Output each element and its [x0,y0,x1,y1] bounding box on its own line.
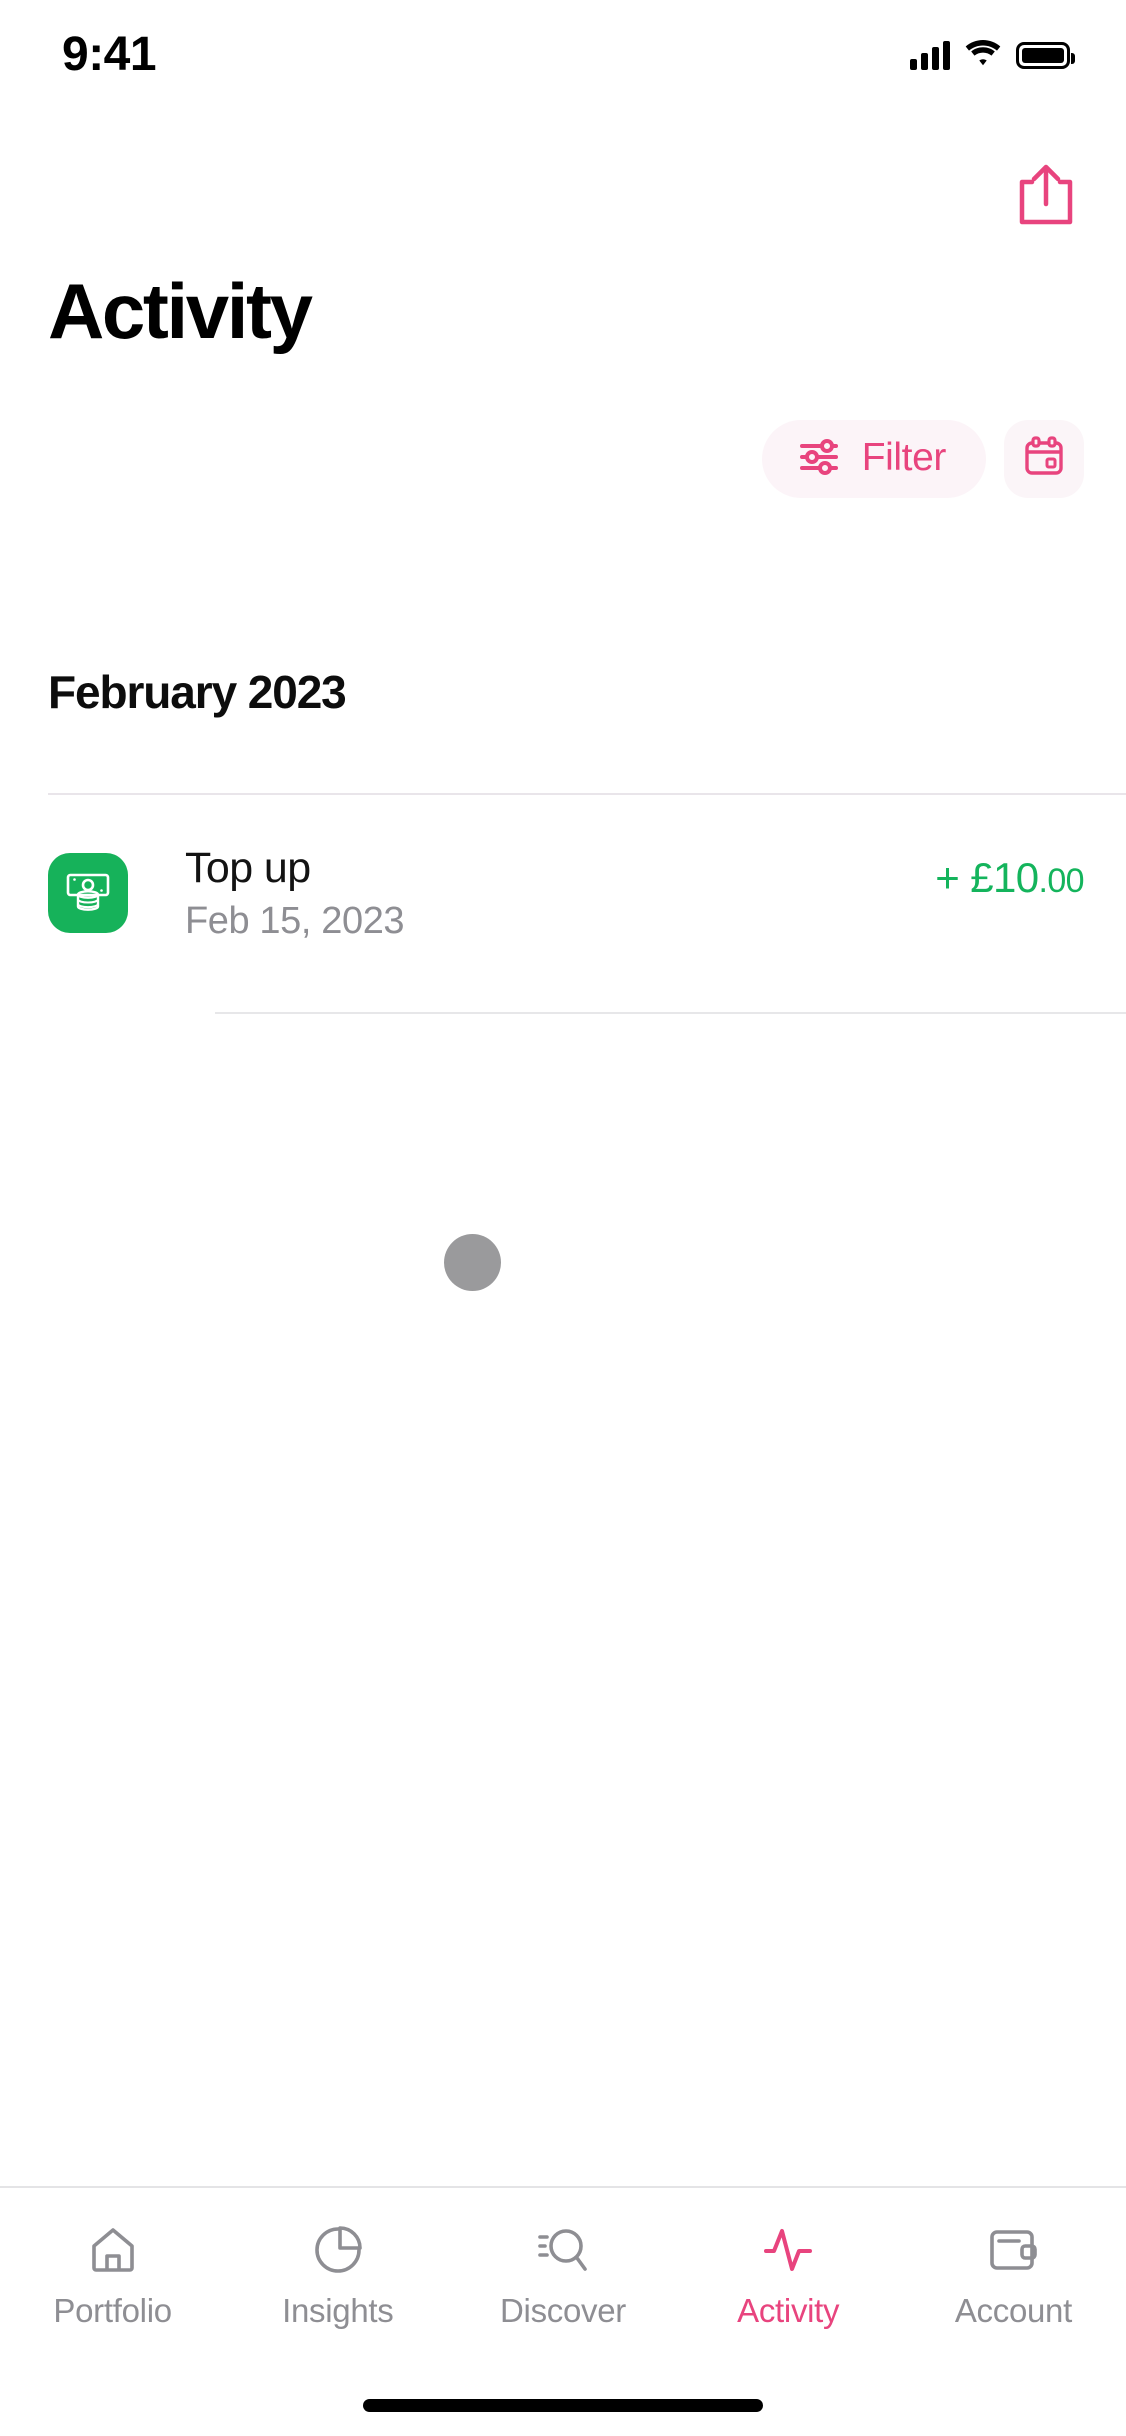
calendar-icon [1022,435,1066,484]
tab-account-label: Account [954,2292,1072,2329]
amount-currency: £ [970,854,993,901]
transaction-icon [48,853,128,933]
table-row-divider [215,1012,1126,1014]
section-month-header: February 2023 [48,666,347,718]
amount-cents: .00 [1038,862,1085,900]
search-icon [536,2222,590,2278]
table-row[interactable]: Top up Feb 15, 2023 + £10.00 [48,840,1126,985]
home-indicator[interactable] [363,2399,763,2412]
tab-portfolio[interactable]: Portfolio [0,2222,225,2327]
status-bar: 9:41 [0,0,1126,104]
app-screen: 9:41 Activity Filter February 2023 Top u… [0,0,1126,2436]
tab-portfolio-label: Portfolio [53,2292,172,2329]
status-bar-indicators [910,33,1075,72]
pulse-icon [761,2222,815,2278]
tab-activity-label: Activity [737,2292,840,2329]
pointer-dot [444,1234,501,1291]
signal-bars-icon [910,40,950,70]
share-icon [1016,162,1076,233]
filter-button-label: Filter [861,436,947,479]
pie-chart-icon [312,2222,364,2278]
page-title: Activity [48,267,313,355]
home-icon [87,2222,139,2278]
battery-icon [1016,41,1075,69]
status-bar-time: 9:41 [62,28,157,81]
calendar-button[interactable] [1004,420,1084,498]
section-divider [48,793,1126,795]
wifi-icon [965,39,1001,72]
amount-sign: + [935,854,971,901]
tab-insights-label: Insights [282,2292,394,2329]
banknote-coins-icon [63,866,113,921]
sliders-icon [798,438,840,480]
transaction-date: Feb 15, 2023 [185,900,405,943]
filter-button[interactable]: Filter [761,420,986,498]
transaction-amount: + £10.00 [935,840,1126,902]
wallet-icon [986,2222,1040,2278]
tab-activity[interactable]: Activity [676,2222,901,2327]
tab-discover-label: Discover [500,2292,626,2329]
transaction-title: Top up [185,844,311,892]
amount-whole: 10 [993,854,1039,901]
tab-insights[interactable]: Insights [225,2222,450,2327]
tab-account[interactable]: Account [901,2222,1126,2327]
tab-bar: Portfolio Insights Discover Activity Acc… [0,2188,1126,2360]
share-button[interactable] [1007,158,1085,236]
transaction-details: Top up Feb 15, 2023 [185,840,935,943]
action-row: Filter [761,420,1084,498]
tab-discover[interactable]: Discover [450,2222,675,2327]
